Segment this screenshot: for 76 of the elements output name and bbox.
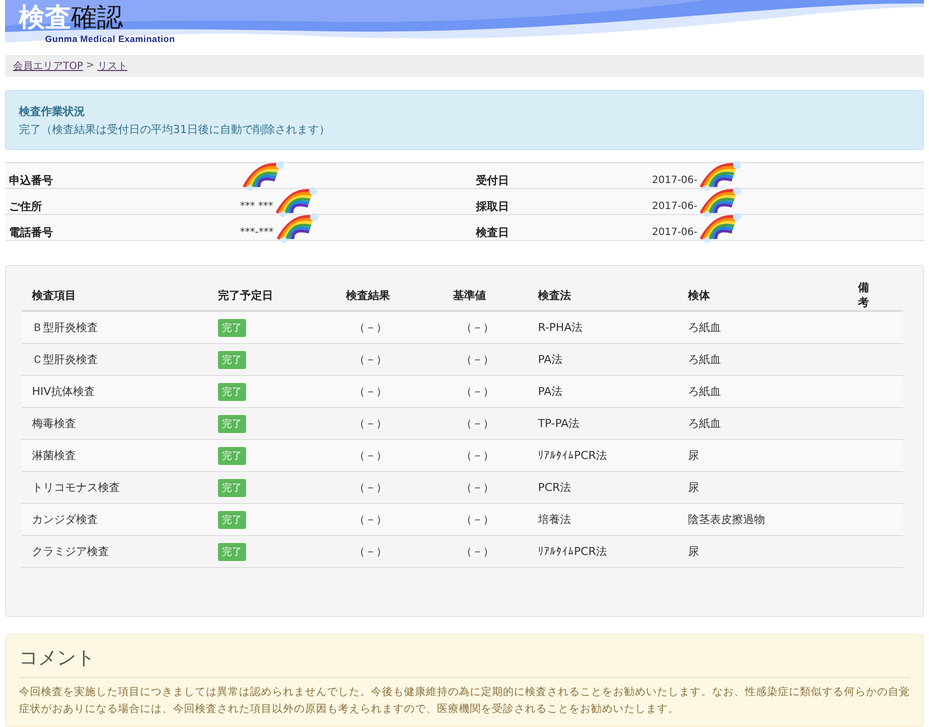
table-cell-text: Ｃ型肝炎検査 — [32, 352, 99, 367]
table-cell-text: 培養法 — [538, 512, 572, 527]
table-cell-text: Ｂ型肝炎検査 — [32, 320, 99, 335]
table-cell-text: 梅毒検査 — [32, 416, 77, 431]
table-cell-text: （－） — [353, 480, 388, 495]
table-cell-text: ろ紙血 — [688, 320, 722, 335]
status-badge: 完了 — [218, 510, 246, 528]
info-label: 採取日 — [474, 198, 510, 214]
comment-title: コメント — [19, 645, 910, 678]
table-cell-text: TP-PA法 — [538, 416, 581, 431]
table-cell-text: （－） — [353, 320, 388, 335]
table-cell-text: HIV抗体検査 — [32, 384, 96, 399]
table-cell-text: ろ紙血 — [688, 416, 722, 431]
breadcrumb-separator: > — [86, 60, 94, 72]
table-cell-text: 尿 — [688, 544, 700, 559]
table-cell-text: ろ紙血 — [688, 384, 722, 399]
info-value: 2017-06- — [652, 200, 698, 212]
table-cell-text: 尿 — [688, 480, 700, 495]
table-cell-text: ﾘｱﾙﾀｲﾑPCR法 — [538, 448, 608, 463]
column-header: 基準値 — [453, 288, 487, 302]
status-badge: 完了 — [218, 478, 246, 496]
info-label: 電話番号 — [8, 224, 54, 240]
comment-text: 今回検査を実施した項目につきましては異常は認められませんでした。今後も健康維持の為に定期的に検査されることをお勧めいたします。なお、性感染症に類似する何らかの自覚症状がおありになる場合には、今回検査された項目以外の原因も考えられますので、医療機関を受診されることをお勧めいたします。 — [19, 685, 910, 717]
table-cell-text: （－） — [353, 416, 388, 431]
status-badge: 完了 — [218, 446, 246, 464]
table-cell-text: （－） — [460, 448, 495, 463]
table-cell-text: （－） — [460, 416, 495, 431]
column-header: 検査法 — [538, 288, 572, 302]
info-label: 受付日 — [475, 172, 510, 188]
table-cell-text: （－） — [353, 544, 388, 559]
table-cell-text: 淋菌検査 — [32, 448, 77, 463]
column-header: 検査結果 — [346, 288, 391, 302]
info-value: ***-*** — [240, 226, 274, 238]
info-label: ご住所 — [8, 198, 43, 214]
table-cell-text: トリコモナス検査 — [32, 480, 121, 495]
table-cell-text: 尿 — [688, 448, 700, 463]
table-cell-text: 陰茎表皮擦過物 — [688, 512, 766, 527]
info-label: 申込番号 — [8, 172, 54, 188]
table-cell-text: （－） — [460, 384, 495, 399]
table-cell-text: （－） — [353, 352, 388, 367]
breadcrumb-link[interactable]: 会員エリアTOP — [13, 58, 84, 73]
site-title: 確認 — [71, 2, 123, 34]
table-cell-text: PA法 — [538, 352, 564, 367]
column-header: 備考 — [856, 280, 870, 310]
table-cell-text: （－） — [460, 544, 495, 559]
table-cell-text: クラミジア検査 — [32, 544, 110, 559]
status-badge: 完了 — [218, 350, 246, 368]
column-header: 検査項目 — [32, 288, 77, 302]
table-cell-text: （－） — [353, 384, 388, 399]
table-cell-text: PCR法 — [538, 480, 572, 495]
table-cell-text: ﾘｱﾙﾀｲﾑPCR法 — [538, 544, 608, 559]
table-cell-text: ろ紙血 — [688, 352, 722, 367]
table-cell-text: カンジダ検査 — [32, 512, 99, 527]
table-cell-text: （－） — [353, 448, 388, 463]
status-text: 完了（検査結果は受付日の平均31日後に自動で削除されます） — [19, 122, 331, 137]
table-cell-text: （－） — [460, 480, 495, 495]
info-label: 検査日 — [474, 224, 510, 240]
table-cell-text: （－） — [353, 512, 388, 527]
info-value: *** *** — [240, 200, 274, 212]
status-badge: 完了 — [218, 542, 246, 560]
table-cell-text: （－） — [460, 512, 495, 527]
table-cell-text: R-PHA法 — [538, 320, 584, 335]
table-cell-text: （－） — [460, 352, 495, 367]
table-cell-text: （－） — [460, 320, 495, 335]
breadcrumb-link[interactable]: リスト — [97, 58, 128, 73]
status-badge: 完了 — [218, 318, 246, 336]
status-title: 検査作業状況 — [19, 104, 86, 119]
column-header: 検体 — [688, 288, 711, 302]
status-badge: 完了 — [218, 414, 246, 432]
site-title-highlight: 検査 — [19, 2, 71, 34]
status-badge: 完了 — [218, 382, 246, 400]
table-cell-text: PA法 — [538, 384, 564, 399]
site-subtitle: Gunma Medical Examination — [45, 34, 176, 44]
info-value: 2017-06- — [652, 226, 698, 238]
column-header: 完了予定日 — [218, 288, 274, 302]
info-value: 2017-06- — [652, 174, 698, 186]
